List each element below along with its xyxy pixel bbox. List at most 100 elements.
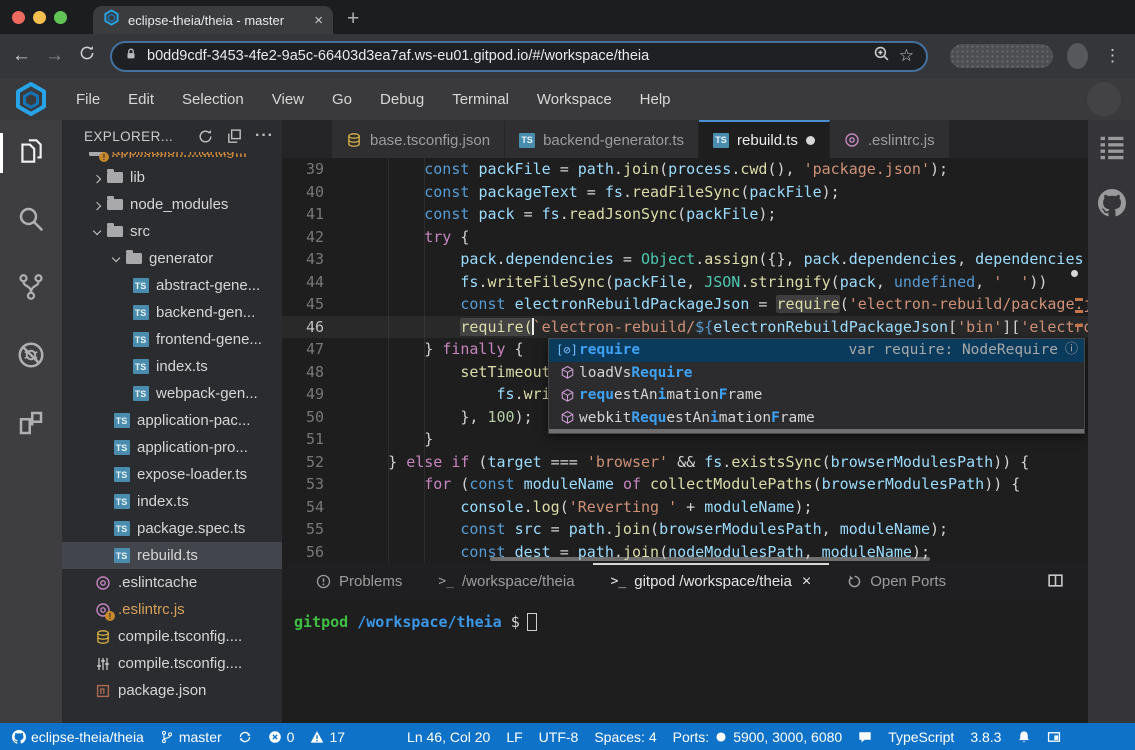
tree-item-abstract-gene...[interactable]: TSabstract-gene... [62, 272, 282, 299]
editor-tab-base.tsconfig.json[interactable]: base.tsconfig.json [332, 120, 505, 158]
status-item-bell[interactable] [1017, 730, 1031, 744]
close-window-button[interactable] [12, 11, 25, 24]
tree-item-lib[interactable]: lib [62, 164, 282, 191]
code-line-52[interactable]: 52 } else if (target === 'browser' && fs… [282, 451, 1088, 474]
tree-item-application-pac...[interactable]: TSapplication-pac... [62, 407, 282, 434]
browser-tab[interactable]: eclipse-theia/theia - master × [93, 6, 333, 34]
editor-tab-backend-generator.ts[interactable]: TSbackend-generator.ts [505, 120, 699, 158]
back-button[interactable]: ← [12, 45, 31, 67]
tree-item-expose-loader.ts[interactable]: TSexpose-loader.ts [62, 461, 282, 488]
tree-item-package.json[interactable]: package.json [62, 677, 282, 704]
panel-tab-Problems[interactable]: Problems [298, 563, 420, 598]
editor-horizontal-scrollbar[interactable] [490, 557, 930, 561]
code-line-55[interactable]: 55 const src = path.join(browserModulesP… [282, 518, 1088, 541]
close-tab-icon[interactable]: × [802, 573, 811, 591]
tree-item-application-manag...[interactable]: !application-manag... [62, 152, 282, 164]
tree-item-compile.tsconfig....[interactable]: compile.tsconfig.... [62, 650, 282, 677]
status-item-ln-46-col-20[interactable]: Ln 46, Col 20 [407, 729, 490, 745]
status-item-eclipse-theia-theia[interactable]: eclipse-theia/theia [12, 729, 144, 745]
files-icon[interactable] [0, 136, 62, 170]
search-icon[interactable] [0, 204, 62, 238]
more-actions-icon[interactable]: ··· [255, 127, 274, 145]
new-tab-button[interactable]: + [347, 7, 359, 31]
code-line-41[interactable]: 41 const pack = fs.readJsonSync(packFile… [282, 203, 1088, 226]
panel-tab--workspace-theia[interactable]: >_/workspace/theia [420, 563, 592, 598]
status-item-spaces-4[interactable]: Spaces: 4 [594, 729, 656, 745]
code-line-54[interactable]: 54 console.log('Reverting ' + moduleName… [282, 496, 1088, 519]
tree-item-compile.tsconfig....[interactable]: compile.tsconfig.... [62, 623, 282, 650]
tree-item-webpack-gen...[interactable]: TSwebpack-gen... [62, 380, 282, 407]
menu-view[interactable]: View [258, 91, 318, 108]
gitpod-logo-icon[interactable] [0, 81, 62, 117]
status-item-0[interactable]: 0 [268, 729, 295, 745]
tree-item-.eslintrc.js[interactable]: !.eslintrc.js [62, 596, 282, 623]
popup-scrollbar[interactable] [549, 429, 1084, 433]
terminal[interactable]: gitpod /workspace/theia $ [282, 598, 1088, 723]
status-item-sync[interactable] [238, 730, 252, 744]
code-line-40[interactable]: 40 const packageText = fs.readFileSync(p… [282, 181, 1088, 204]
menu-workspace[interactable]: Workspace [523, 91, 626, 108]
user-avatar[interactable] [1087, 82, 1121, 116]
reload-button[interactable] [78, 44, 96, 68]
editor-tab-rebuild.ts[interactable]: TSrebuild.ts [699, 120, 830, 158]
tree-item-node-modules[interactable]: node_modules [62, 191, 282, 218]
status-item-utf-8[interactable]: UTF-8 [539, 729, 579, 745]
refresh-icon[interactable] [197, 128, 214, 145]
github-icon[interactable] [1098, 189, 1126, 217]
code-line-44[interactable]: 44 fs.writeFileSync(packFile, JSON.strin… [282, 271, 1088, 294]
suggestion-item[interactable]: loadVsRequire [549, 362, 1084, 385]
menu-selection[interactable]: Selection [168, 91, 258, 108]
menu-edit[interactable]: Edit [114, 91, 168, 108]
editor-tab-.eslintrc.js[interactable]: .eslintrc.js [830, 120, 950, 158]
tree-item-package.spec.ts[interactable]: TSpackage.spec.ts [62, 515, 282, 542]
status-item-17[interactable]: 17 [310, 729, 345, 745]
tree-item-src[interactable]: src [62, 218, 282, 245]
tree-item-.eslintcache[interactable]: .eslintcache [62, 569, 282, 596]
code-editor[interactable]: 39 const packFile = path.join(process.cw… [282, 158, 1088, 563]
menu-debug[interactable]: Debug [366, 91, 438, 108]
suggestion-item[interactable]: webkitRequestAnimationFrame [549, 407, 1084, 430]
menu-go[interactable]: Go [318, 91, 366, 108]
forward-button[interactable]: → [45, 45, 64, 67]
menu-help[interactable]: Help [626, 91, 685, 108]
status-item-master[interactable]: master [160, 729, 222, 745]
panel-tab-Open-Ports[interactable]: Open Ports [829, 563, 964, 598]
suggestion-item[interactable]: [⊘]requirevar require: NodeRequireⓘ [549, 339, 1084, 362]
split-panel-icon[interactable] [1047, 563, 1064, 598]
close-tab-icon[interactable]: × [314, 12, 323, 29]
menu-file[interactable]: File [62, 91, 114, 108]
code-line-46[interactable]: 46 require(`electron-rebuild/${electronR… [282, 316, 1088, 339]
profile-avatar[interactable] [1067, 43, 1088, 69]
menu-terminal[interactable]: Terminal [438, 91, 523, 108]
panel-tab-gitpod-workspace-theia[interactable]: >_gitpod /workspace/theia× [593, 563, 830, 598]
code-line-42[interactable]: 42 try { [282, 226, 1088, 249]
tree-item-frontend-gene...[interactable]: TSfrontend-gene... [62, 326, 282, 353]
plugins-icon[interactable] [0, 408, 62, 442]
code-line-53[interactable]: 53 for (const moduleName of collectModul… [282, 473, 1088, 496]
modified-dot-icon[interactable] [806, 136, 815, 145]
chevron-down-icon[interactable] [88, 228, 106, 234]
tree-item-generator[interactable]: generator [62, 245, 282, 272]
zoom-window-button[interactable] [54, 11, 67, 24]
status-item-screen[interactable] [1047, 730, 1061, 744]
chevron-down-icon[interactable] [107, 255, 125, 261]
collapse-all-icon[interactable] [226, 128, 243, 145]
status-item-3-8-3[interactable]: 3.8.3 [970, 729, 1001, 745]
url-text[interactable]: b0dd9cdf-3453-4fe2-9a5c-66403d3ea7af.ws-… [147, 48, 864, 64]
chevron-right-icon[interactable] [88, 200, 106, 209]
status-item-typescript[interactable]: TypeScript [888, 729, 954, 745]
outline-list-icon[interactable] [1098, 133, 1126, 161]
code-line-45[interactable]: 45 const electronRebuildPackageJson = re… [282, 293, 1088, 316]
code-line-43[interactable]: 43 pack.dependencies = Object.assign({},… [282, 248, 1088, 271]
info-icon[interactable]: ⓘ [1065, 339, 1078, 362]
source-control-icon[interactable] [0, 272, 62, 306]
status-item-lf[interactable]: LF [506, 729, 522, 745]
tree-item-backend-gen...[interactable]: TSbackend-gen... [62, 299, 282, 326]
code-line-39[interactable]: 39 const packFile = path.join(process.cw… [282, 158, 1088, 181]
tree-item-index.ts[interactable]: TSindex.ts [62, 353, 282, 380]
zoom-in-icon[interactable] [873, 45, 890, 67]
tree-item-rebuild.ts[interactable]: TSrebuild.ts [62, 542, 282, 569]
address-bar[interactable]: b0dd9cdf-3453-4fe2-9a5c-66403d3ea7af.ws-… [110, 41, 928, 72]
status-item-chat[interactable] [858, 730, 872, 744]
debug-disabled-icon[interactable] [0, 340, 62, 374]
